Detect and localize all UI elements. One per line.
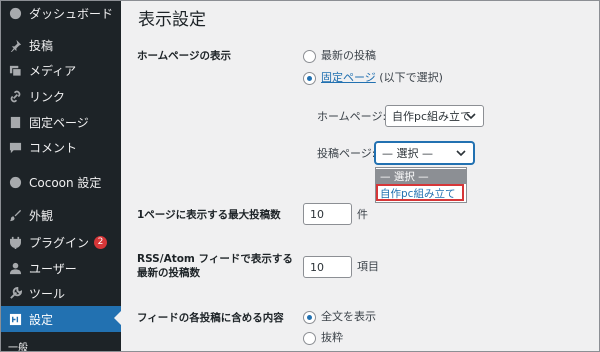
sidebar-item-label: メディア <box>29 63 77 78</box>
page-title: 表示設定 <box>138 10 206 30</box>
rss-count-label-line1: RSS/Atom フィードで表示する <box>137 253 293 265</box>
sidebar-item-label: 外観 <box>29 208 54 223</box>
sidebar-item-posts[interactable]: 投稿 <box>1 33 121 57</box>
sidebar-item-plugins[interactable]: プラグイン 2 <box>1 230 121 254</box>
radio-latest-posts-label: 最新の投稿 <box>321 49 376 62</box>
sidebar-item-label: 固定ページ <box>29 115 89 130</box>
sidebar-item-label: ユーザー <box>29 261 77 276</box>
chevron-down-icon <box>466 113 476 120</box>
rss-count-label-line2: 最新の投稿数 <box>137 267 200 279</box>
homepage-select-value: 自作pc組み立て <box>392 110 472 123</box>
sidebar-item-tools[interactable]: ツール <box>1 281 121 305</box>
static-page-link[interactable]: 固定ページ <box>321 71 376 84</box>
dropdown-option[interactable]: — 選択 — <box>376 169 466 184</box>
page-icon <box>8 115 22 129</box>
sidebar-item-cocoon[interactable]: Cocoon 設定 <box>1 170 121 194</box>
sidebar-item-label: プラグイン <box>29 235 90 250</box>
radio-latest-posts[interactable] <box>303 50 316 63</box>
sidebar-item-label: 投稿 <box>29 38 54 53</box>
postspage-select-label: 投稿ページ: <box>317 147 376 160</box>
homepage-select[interactable]: 自作pc組み立て <box>385 105 484 127</box>
dashboard-icon <box>8 6 22 20</box>
sidebar-item-comments[interactable]: コメント <box>1 135 121 159</box>
radio-static-page[interactable] <box>303 72 316 85</box>
admin-sidebar: ダッシュボード 投稿 メディア リンク 固定ページ コメント Cocoon 設定 <box>1 1 121 352</box>
sidebar-item-label: リンク <box>29 89 66 104</box>
sidebar-item-dashboard[interactable]: ダッシュボード <box>1 1 121 25</box>
posts-per-page-input[interactable]: 10 <box>303 203 352 225</box>
main-content: 表示設定 ホームページの表示 最新の投稿 固定ページ (以下で選択) ホームペー… <box>121 1 599 351</box>
user-icon <box>8 261 22 275</box>
settings-icon <box>8 312 22 326</box>
sidebar-subitem-label: 一般 <box>8 342 28 352</box>
sidebar-item-pages[interactable]: 固定ページ <box>1 110 121 134</box>
sidebar-item-label: ダッシュボード <box>29 6 114 21</box>
sidebar-subitem-general[interactable]: 一般 <box>1 337 121 352</box>
highlight-box <box>376 184 464 201</box>
radio-excerpt-label: 抜粋 <box>321 331 343 344</box>
sidebar-item-label: 設定 <box>29 312 54 327</box>
radio-excerpt[interactable] <box>303 332 316 345</box>
homepage-select-label: ホームページ: <box>317 110 387 123</box>
radio-full-text-label: 全文を表示 <box>321 310 376 323</box>
brush-icon <box>8 208 22 222</box>
rss-count-input[interactable]: 10 <box>303 256 352 278</box>
posts-per-page-unit: 件 <box>357 208 368 221</box>
homepage-display-label: ホームページの表示 <box>137 50 231 62</box>
pin-icon <box>8 38 22 52</box>
radio-full-text[interactable] <box>303 311 316 324</box>
sidebar-item-links[interactable]: リンク <box>1 84 121 108</box>
link-icon <box>8 89 22 103</box>
sidebar-item-media[interactable]: メディア <box>1 58 121 82</box>
window: ダッシュボード 投稿 メディア リンク 固定ページ コメント Cocoon 設定 <box>0 0 600 352</box>
sidebar-item-label: コメント <box>29 140 78 155</box>
rss-count-unit: 項目 <box>357 260 379 273</box>
postspage-select-value: — 選択 — <box>382 147 433 160</box>
wrench-icon <box>8 286 22 300</box>
chevron-down-icon <box>456 150 466 157</box>
plug-icon <box>8 235 22 249</box>
update-count-badge: 2 <box>94 235 108 249</box>
sidebar-item-label: Cocoon 設定 <box>29 175 102 190</box>
posts-per-page-label: 1ページに表示する最大投稿数 <box>137 209 281 221</box>
postspage-select[interactable]: — 選択 — <box>375 142 474 164</box>
static-page-suffix: (以下で選択) <box>375 71 443 84</box>
radio-static-page-label: 固定ページ (以下で選択) <box>321 71 443 85</box>
sidebar-item-label: ツール <box>29 286 66 301</box>
feed-content-label: フィードの各投稿に含める内容 <box>137 312 284 324</box>
comment-icon <box>8 140 22 154</box>
sidebar-item-appearance[interactable]: 外観 <box>1 203 121 227</box>
sidebar-item-users[interactable]: ユーザー <box>1 256 121 280</box>
cocoon-icon <box>8 175 22 189</box>
sidebar-item-settings[interactable]: 設定 <box>1 306 121 332</box>
media-icon <box>8 63 22 77</box>
